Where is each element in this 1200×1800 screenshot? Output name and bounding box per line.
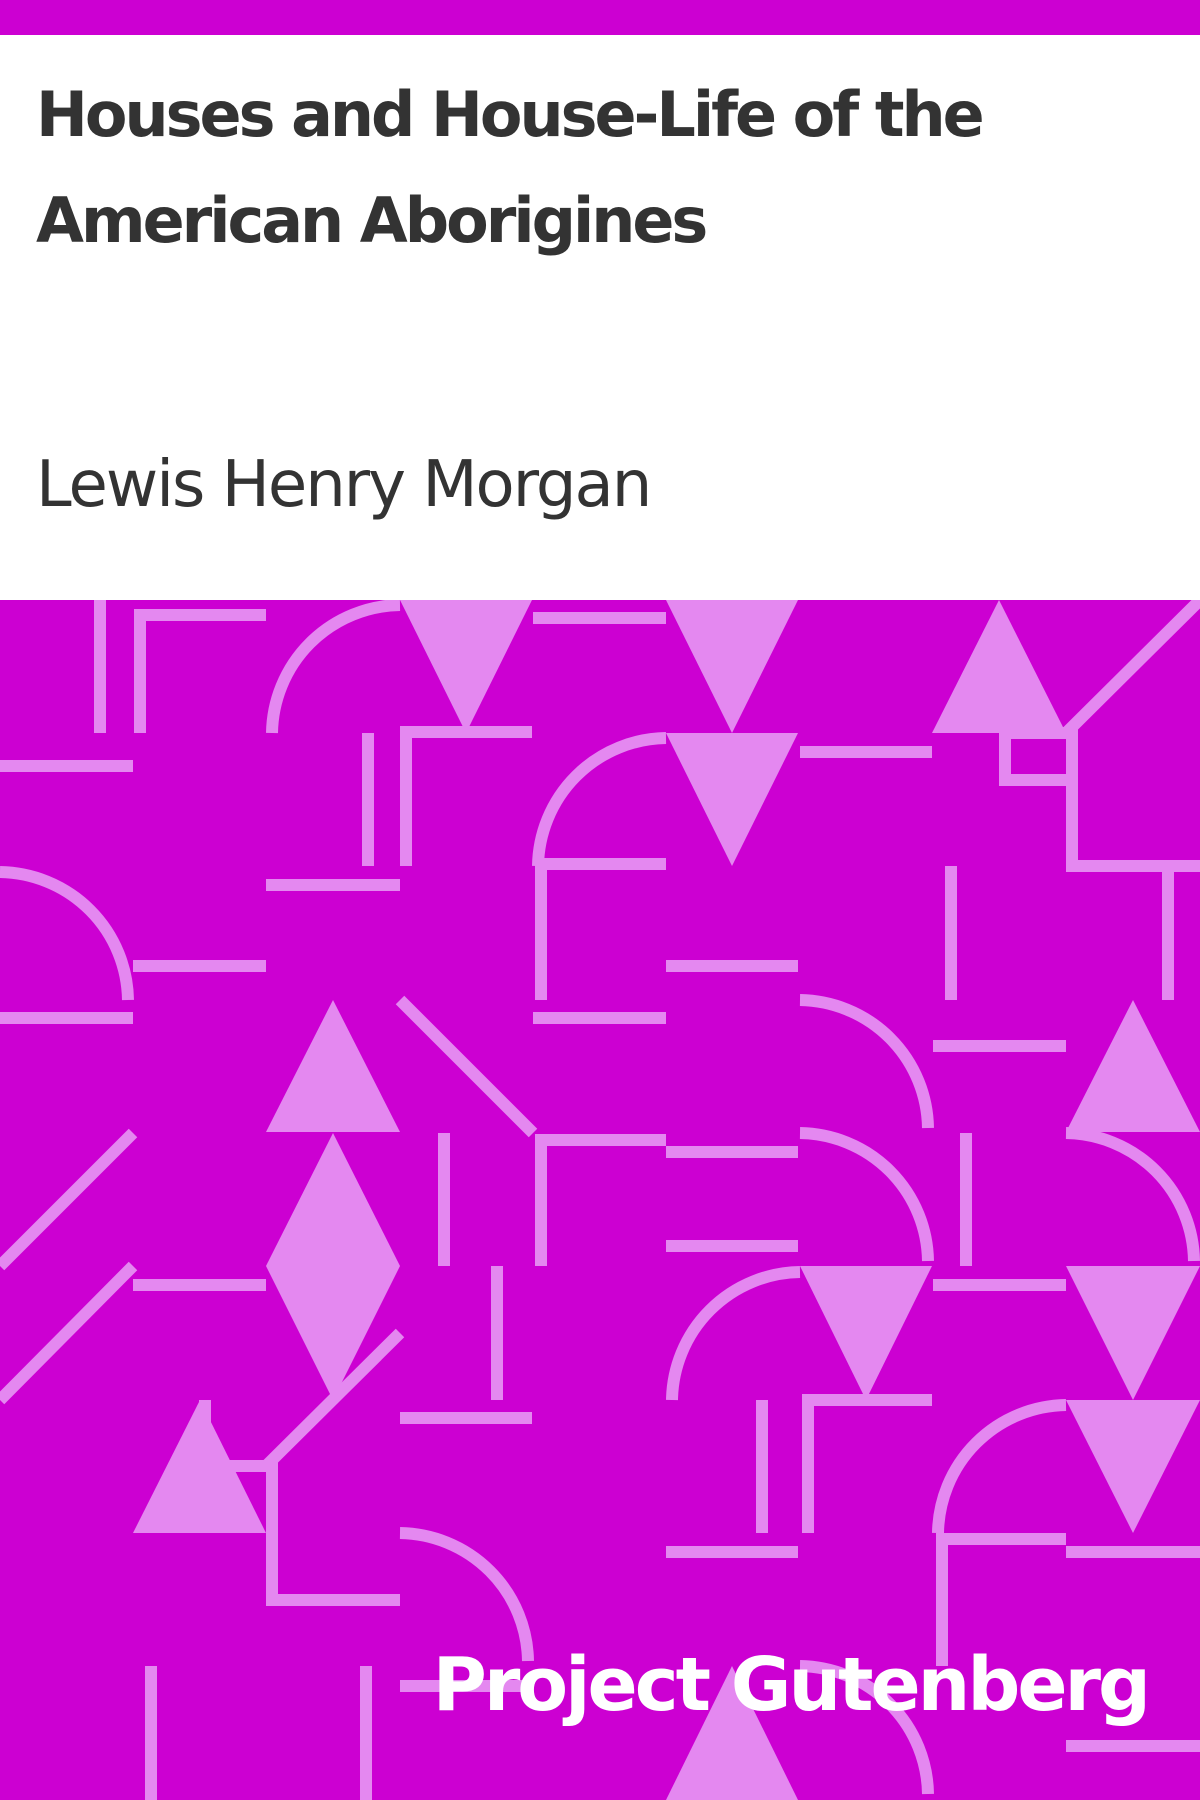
geometric-pattern-graphic: [0, 600, 1200, 1800]
top-color-band: [0, 0, 1200, 35]
cover-pattern: [0, 600, 1200, 1800]
book-author: Lewis Henry Morgan: [36, 448, 652, 522]
book-title: Houses and House-Life of the American Ab…: [36, 78, 985, 257]
publisher-name: Project Gutenberg: [432, 1642, 1151, 1728]
